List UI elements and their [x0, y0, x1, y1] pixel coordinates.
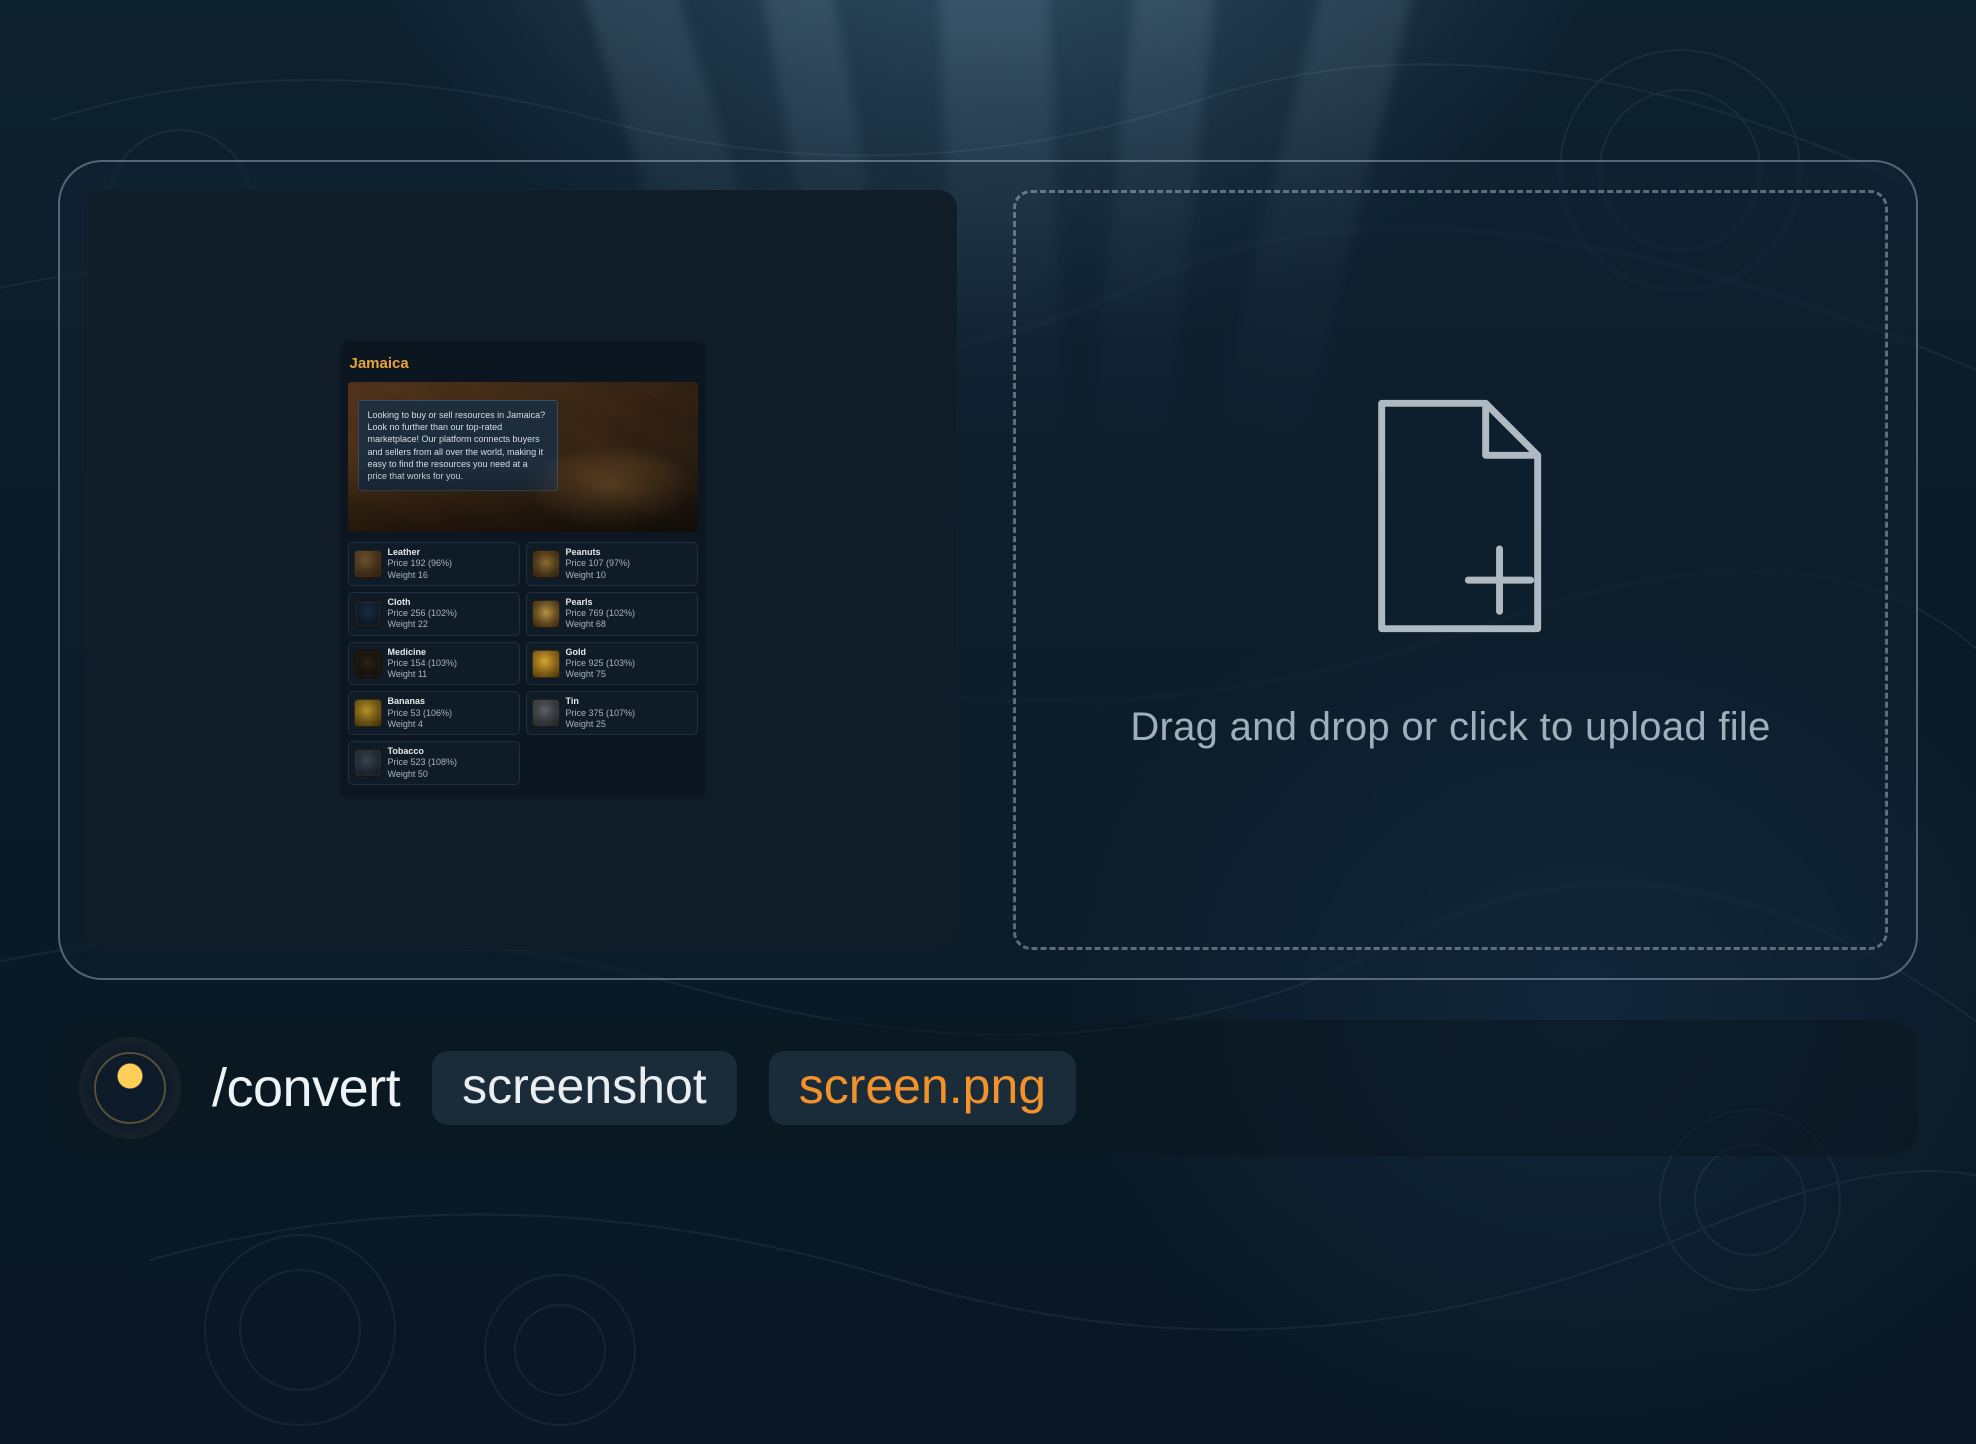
resource-weight: Weight 22 [388, 619, 458, 630]
resource-price: Price 523 (108%) [388, 757, 458, 768]
resource-info: MedicinePrice 154 (103%)Weight 11 [388, 647, 458, 681]
resource-name: Peanuts [566, 547, 631, 558]
resource-icon [354, 749, 382, 777]
game-screenshot: Jamaica Looking to buy or sell resources… [340, 341, 706, 799]
resource-name: Leather [388, 547, 453, 558]
resource-price: Price 256 (102%) [388, 608, 458, 619]
command-text[interactable]: /convert [212, 1057, 400, 1119]
param-chip-file[interactable]: screen.png [769, 1051, 1076, 1125]
resource-weight: Weight 50 [388, 769, 458, 780]
resource-icon [354, 699, 382, 727]
resource-weight: Weight 75 [566, 669, 636, 680]
resource-info: TobaccoPrice 523 (108%)Weight 50 [388, 746, 458, 780]
resource-card[interactable]: LeatherPrice 192 (96%)Weight 16 [348, 542, 520, 586]
resource-grid: LeatherPrice 192 (96%)Weight 16PeanutsPr… [348, 542, 698, 785]
resource-info: TinPrice 375 (107%)Weight 25 [566, 696, 636, 730]
resource-card[interactable]: GoldPrice 925 (103%)Weight 75 [526, 642, 698, 686]
resource-icon [354, 650, 382, 678]
resource-name: Pearls [566, 597, 636, 608]
resource-name: Gold [566, 647, 636, 658]
resource-icon [532, 699, 560, 727]
game-tooltip: Looking to buy or sell resources in Jama… [358, 400, 558, 491]
resource-name: Tin [566, 696, 636, 707]
resource-weight: Weight 25 [566, 719, 636, 730]
resource-price: Price 53 (106%) [388, 708, 453, 719]
resource-icon [532, 600, 560, 628]
resource-price: Price 192 (96%) [388, 558, 453, 569]
resource-info: BananasPrice 53 (106%)Weight 4 [388, 696, 453, 730]
resource-icon [532, 650, 560, 678]
bot-avatar [80, 1038, 180, 1138]
resource-name: Bananas [388, 696, 453, 707]
game-hero-image: Looking to buy or sell resources in Jama… [348, 382, 698, 532]
resource-info: GoldPrice 925 (103%)Weight 75 [566, 647, 636, 681]
resource-icon [354, 600, 382, 628]
screenshot-preview-panel: Jamaica Looking to buy or sell resources… [88, 190, 957, 950]
dropzone-text: Drag and drop or click to upload file [1130, 699, 1770, 755]
param-chip-screenshot[interactable]: screenshot [432, 1051, 737, 1125]
resource-icon [354, 550, 382, 578]
resource-info: PeanutsPrice 107 (97%)Weight 10 [566, 547, 631, 581]
resource-card[interactable]: PearlsPrice 769 (102%)Weight 68 [526, 592, 698, 636]
resource-weight: Weight 10 [566, 570, 631, 581]
resource-price: Price 925 (103%) [566, 658, 636, 669]
resource-name: Tobacco [388, 746, 458, 757]
resource-card[interactable]: BananasPrice 53 (106%)Weight 4 [348, 691, 520, 735]
resource-weight: Weight 11 [388, 669, 458, 680]
resource-card[interactable]: TinPrice 375 (107%)Weight 25 [526, 691, 698, 735]
upload-panel: Jamaica Looking to buy or sell resources… [58, 160, 1918, 980]
resource-card[interactable]: MedicinePrice 154 (103%)Weight 11 [348, 642, 520, 686]
resource-info: LeatherPrice 192 (96%)Weight 16 [388, 547, 453, 581]
resource-name: Medicine [388, 647, 458, 658]
game-location-title: Jamaica [350, 355, 696, 372]
resource-price: Price 375 (107%) [566, 708, 636, 719]
resource-name: Cloth [388, 597, 458, 608]
file-dropzone[interactable]: Drag and drop or click to upload file [1013, 190, 1888, 950]
resource-icon [532, 550, 560, 578]
resource-card[interactable]: TobaccoPrice 523 (108%)Weight 50 [348, 741, 520, 785]
resource-price: Price 107 (97%) [566, 558, 631, 569]
resource-card[interactable]: ClothPrice 256 (102%)Weight 22 [348, 592, 520, 636]
resource-weight: Weight 68 [566, 619, 636, 630]
resource-card[interactable]: PeanutsPrice 107 (97%)Weight 10 [526, 542, 698, 586]
resource-info: ClothPrice 256 (102%)Weight 22 [388, 597, 458, 631]
command-bar: /convert screenshot screen.png [58, 1020, 1918, 1156]
resource-price: Price 769 (102%) [566, 608, 636, 619]
resource-info: PearlsPrice 769 (102%)Weight 68 [566, 597, 636, 631]
resource-price: Price 154 (103%) [388, 658, 458, 669]
file-add-icon [1341, 386, 1561, 651]
resource-weight: Weight 4 [388, 719, 453, 730]
resource-weight: Weight 16 [388, 570, 453, 581]
